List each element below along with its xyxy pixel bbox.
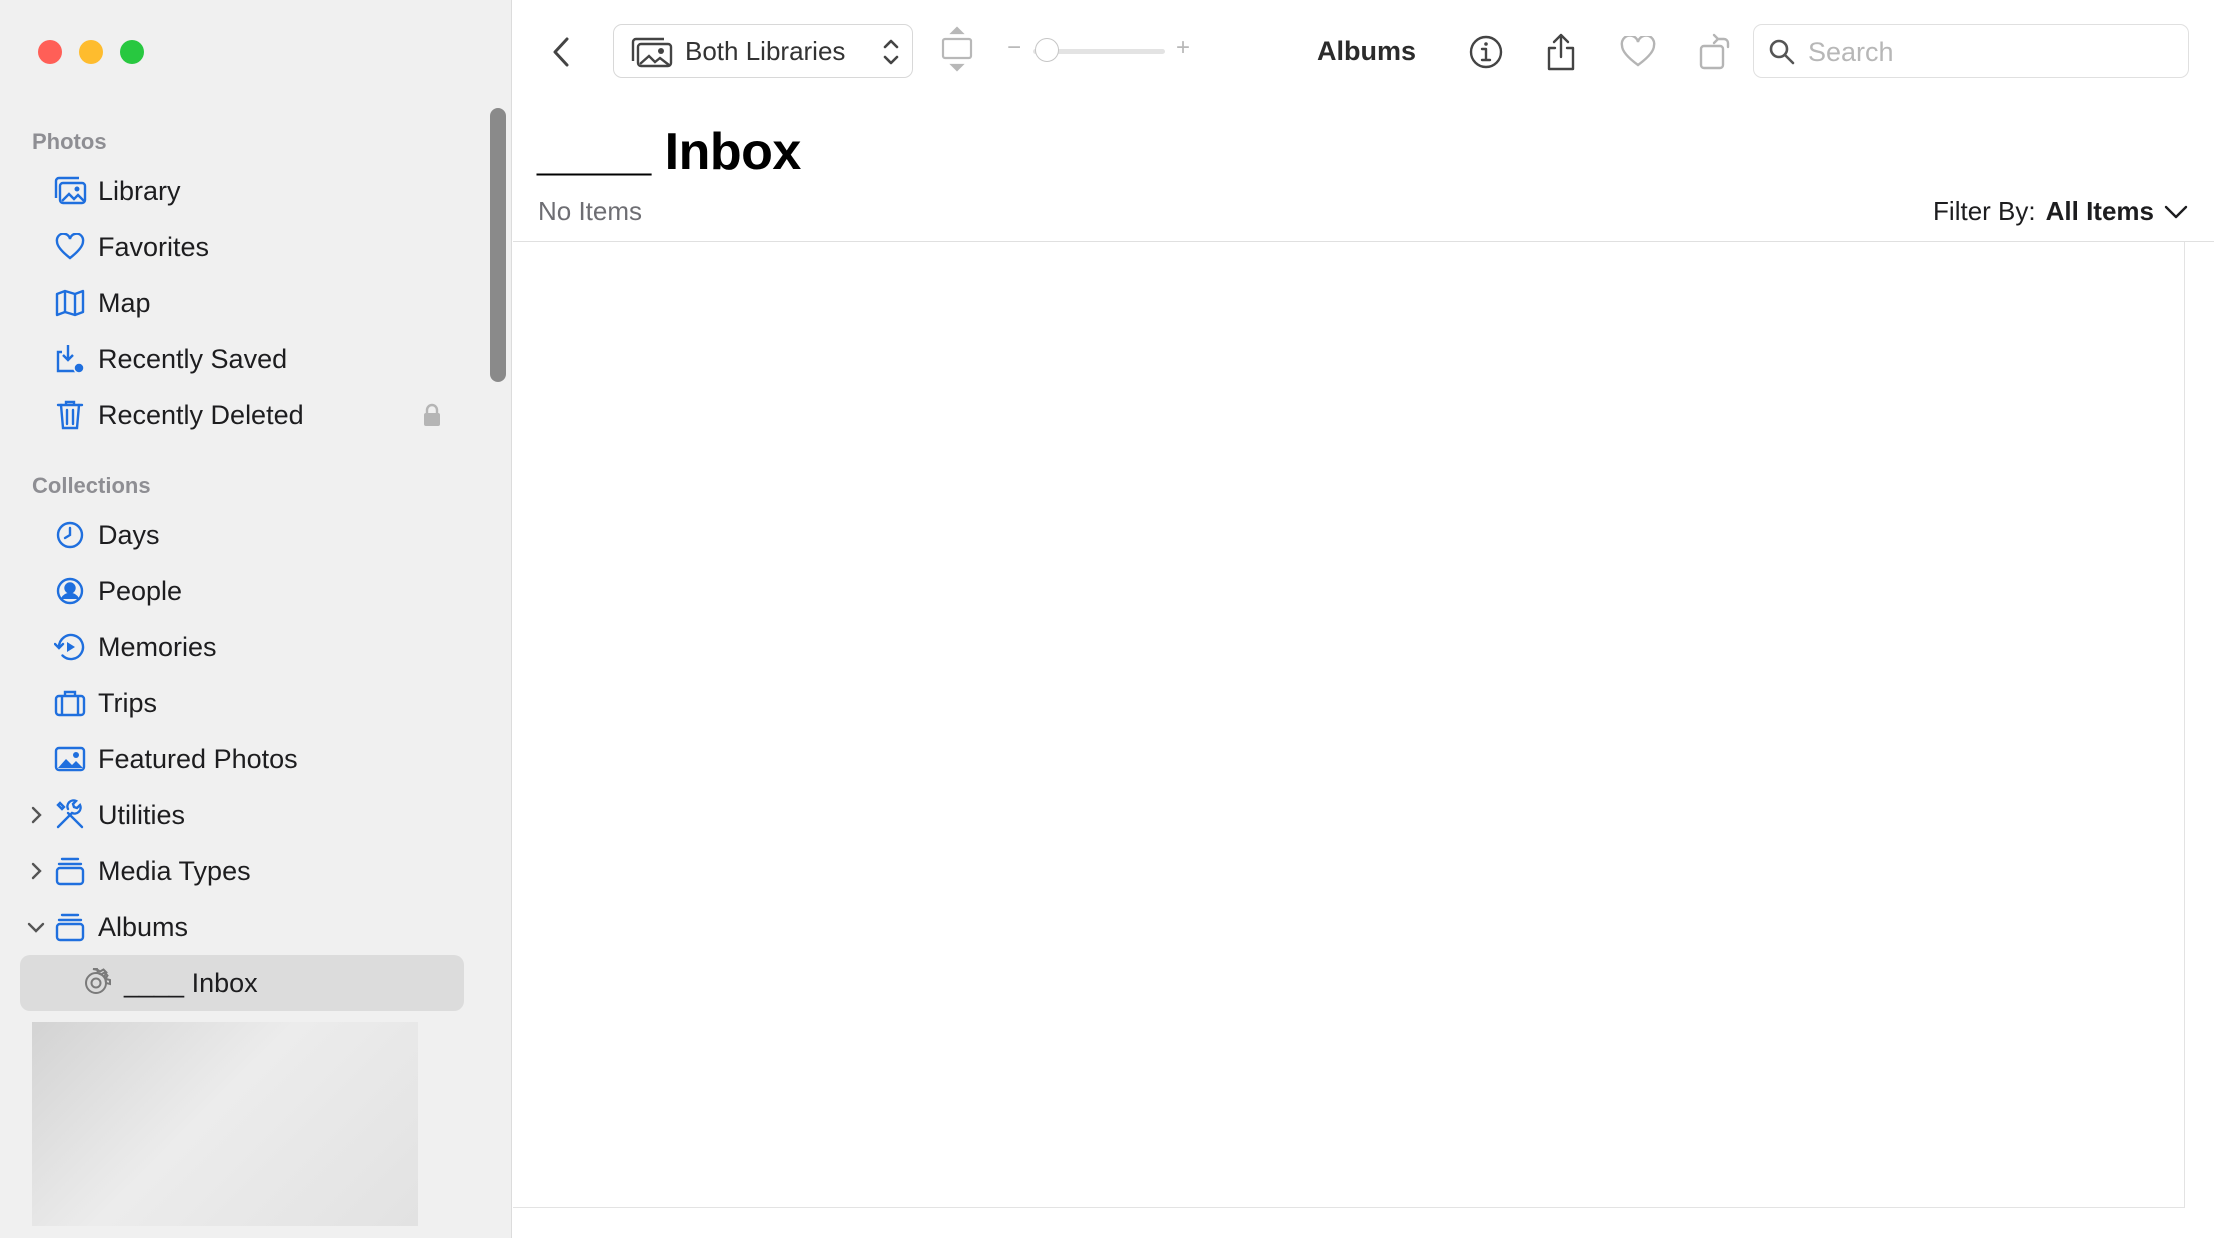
sidebar-item-label: Map xyxy=(98,287,151,318)
chevron-right-icon[interactable] xyxy=(26,805,46,825)
sidebar-item-label: Albums xyxy=(98,911,189,942)
toolbar-title: Albums xyxy=(1317,36,1417,66)
sidebar-item-trips[interactable]: Trips xyxy=(20,675,464,731)
filter-label: Filter By: xyxy=(1933,196,2036,226)
sidebar-item-featured-photos[interactable]: Featured Photos xyxy=(20,731,464,787)
chevron-down-icon xyxy=(2164,196,2188,227)
library-selector-label: Both Libraries xyxy=(685,35,846,66)
photo-icon xyxy=(52,741,88,777)
sidebar-item-label: ____ Inbox xyxy=(124,967,258,998)
suitcase-icon xyxy=(52,685,88,721)
recently-saved-icon xyxy=(52,341,88,377)
sidebar: Photos Library Favorites Map Recently Sa… xyxy=(0,0,512,1238)
chevron-right-icon[interactable] xyxy=(26,861,46,881)
sidebar-section-photos: Photos xyxy=(32,129,107,154)
sidebar-item-label: Memories xyxy=(98,631,217,662)
stack-icon xyxy=(52,909,88,945)
photos-window: Photos Library Favorites Map Recently Sa… xyxy=(0,0,2214,1238)
sidebar-item-memories[interactable]: Memories xyxy=(20,619,464,675)
sidebar-scrollbar[interactable] xyxy=(490,108,506,382)
share-button[interactable] xyxy=(1539,30,1583,74)
sidebar-item-label: Recently Saved xyxy=(98,343,288,374)
sidebar-item-albums[interactable]: Albums xyxy=(20,899,464,955)
sidebar-item-favorites[interactable]: Favorites xyxy=(20,219,464,275)
memories-icon xyxy=(52,629,88,665)
sidebar-item-label: Utilities xyxy=(98,799,186,830)
person-icon xyxy=(52,573,88,609)
sidebar-item-label: Trips xyxy=(98,687,157,718)
up-down-chevron-icon xyxy=(882,37,900,72)
sidebar-item-recently-saved[interactable]: Recently Saved xyxy=(20,331,464,387)
sidebar-item-utilities[interactable]: Utilities xyxy=(20,787,464,843)
info-button[interactable] xyxy=(1464,30,1508,74)
zoom-window-button[interactable] xyxy=(120,40,144,64)
sidebar-item-label: Library xyxy=(98,175,181,206)
trash-icon xyxy=(52,397,88,433)
sidebar-item-people[interactable]: People xyxy=(20,563,464,619)
map-icon xyxy=(52,285,88,321)
sidebar-item-label: People xyxy=(98,575,183,606)
library-selector[interactable]: Both Libraries xyxy=(613,24,913,78)
sidebar-item-recently-deleted[interactable]: Recently Deleted xyxy=(20,387,464,443)
minimize-window-button[interactable] xyxy=(79,40,103,64)
window-controls xyxy=(38,40,144,64)
search-field[interactable] xyxy=(1753,24,2189,78)
lock-icon xyxy=(422,403,442,432)
library-icon xyxy=(52,173,88,209)
sidebar-item-library[interactable]: Library xyxy=(20,163,464,219)
sidebar-item-inbox-album[interactable]: ____ Inbox xyxy=(20,955,464,1011)
zoom-out-label: − xyxy=(1007,34,1022,61)
zoom-in-label: + xyxy=(1176,34,1191,61)
tools-icon xyxy=(52,797,88,833)
back-button[interactable] xyxy=(549,34,575,70)
zoom-slider-knob[interactable] xyxy=(1035,38,1059,62)
aspect-ratio-icon[interactable] xyxy=(941,26,973,77)
sidebar-item-media-types[interactable]: Media Types xyxy=(20,843,464,899)
toolbar: Both Libraries − + Albums xyxy=(513,0,2214,104)
clock-icon xyxy=(52,517,88,553)
chevron-down-icon[interactable] xyxy=(26,917,46,937)
filter-menu[interactable]: Filter By: All Items xyxy=(1933,196,2188,227)
sidebar-item-label: Favorites xyxy=(98,231,210,262)
sidebar-item-label: Days xyxy=(98,519,160,550)
filter-value: All Items xyxy=(2045,196,2154,226)
search-input[interactable] xyxy=(1806,33,2180,71)
page-title: ____ Inbox xyxy=(537,123,801,181)
content-header: ____ Inbox No Items Filter By: All Items xyxy=(513,104,2214,242)
item-count-label: No Items xyxy=(538,196,643,226)
library-icon xyxy=(630,37,674,74)
gear-icon xyxy=(78,965,114,1001)
rotate-button[interactable] xyxy=(1694,30,1738,74)
favorite-button[interactable] xyxy=(1616,30,1660,74)
sidebar-item-days[interactable]: Days xyxy=(20,507,464,563)
sidebar-item-label: Featured Photos xyxy=(98,743,298,774)
sidebar-item-map[interactable]: Map xyxy=(20,275,464,331)
heart-icon xyxy=(52,229,88,265)
photo-grid-area[interactable] xyxy=(513,242,2185,1208)
search-icon xyxy=(1768,38,1796,71)
stack-icon xyxy=(52,853,88,889)
sidebar-section-collections: Collections xyxy=(32,473,151,498)
close-window-button[interactable] xyxy=(38,40,62,64)
album-thumbnail-placeholder xyxy=(32,1022,418,1226)
sidebar-item-label: Media Types xyxy=(98,855,251,886)
sidebar-item-label: Recently Deleted xyxy=(98,399,304,430)
